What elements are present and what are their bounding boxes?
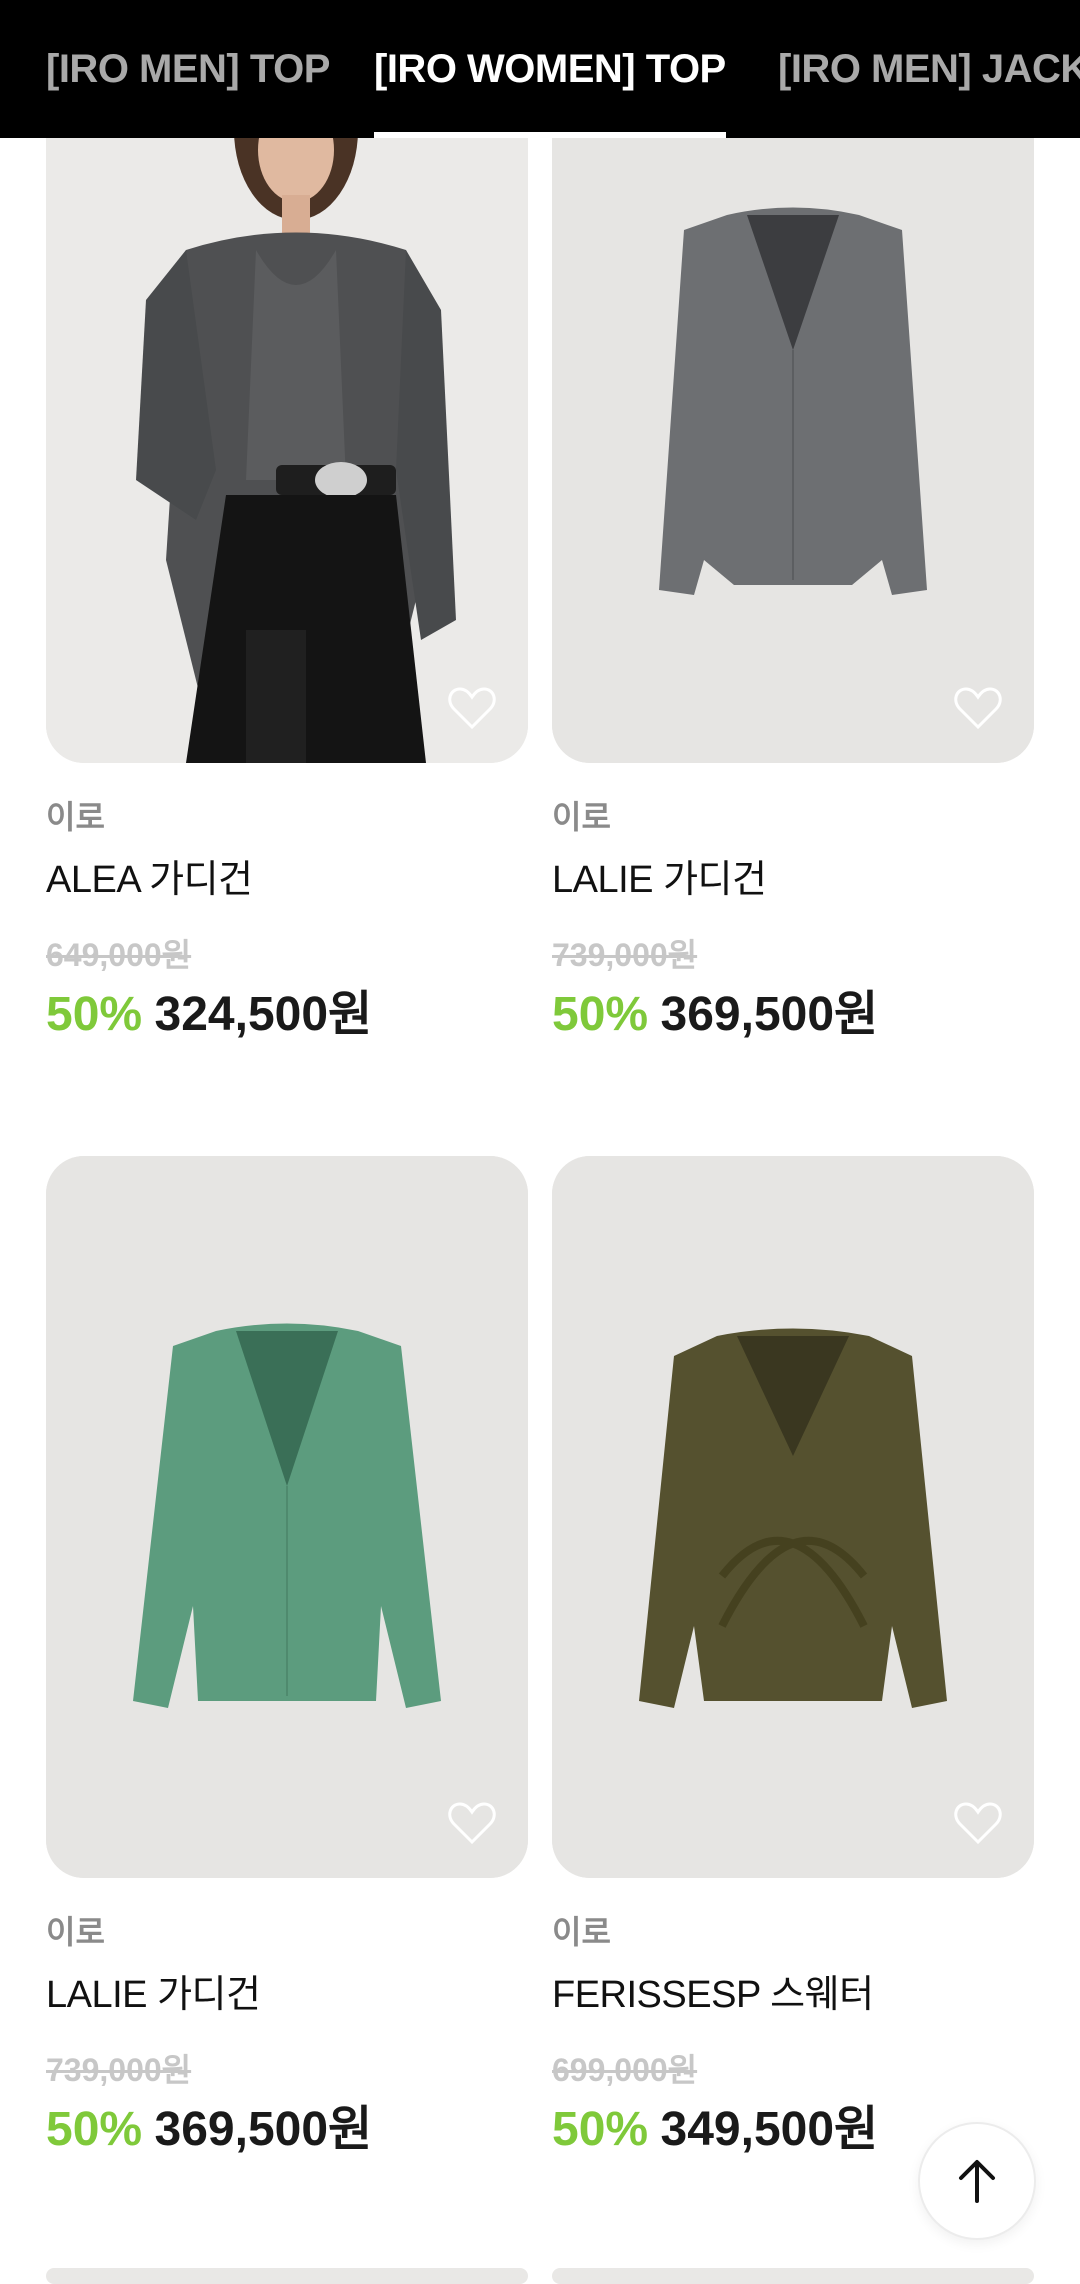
active-tab-indicator [374,132,726,138]
brand-name: 이로 [46,799,105,835]
original-price: 649,000원 [46,937,192,973]
heart-icon [448,687,496,730]
original-price: 699,000원 [552,2052,698,2088]
wishlist-button[interactable] [446,685,498,731]
olive-sweater-image [552,1156,1034,1878]
heart-icon [954,687,1002,730]
wishlist-button[interactable] [446,1800,498,1846]
wishlist-button[interactable] [952,685,1004,731]
product-card[interactable]: 이로 LALIE 가디건 739,000원 50% 369,500원 [46,1156,528,2169]
product-image[interactable] [46,1156,528,1878]
product-name[interactable]: FERISSESP 스웨터 [552,1972,1034,2018]
original-price: 739,000원 [46,2052,192,2088]
sale-price: 349,500원 [660,2103,879,2156]
price-row: 50% 369,500원 [552,987,1034,1054]
tab-iro-men-jacket[interactable]: [IRO MEN] JACKET [778,0,1080,138]
brand-name: 이로 [46,1914,105,1950]
discount-rate: 50% [46,988,143,1041]
scroll-to-top-button[interactable] [918,2122,1036,2240]
green-cardigan-image [46,1156,528,1878]
tab-label: [IRO WOMEN] TOP [374,46,726,91]
sale-price: 369,500원 [154,2103,373,2156]
product-name[interactable]: ALEA 가디건 [46,857,528,903]
tab-iro-women-top[interactable]: [IRO WOMEN] TOP [374,0,726,138]
price-row: 50% 369,500원 [46,2102,528,2169]
heart-icon [954,1802,1002,1845]
discount-rate: 50% [46,2103,143,2156]
original-price: 739,000원 [552,937,698,973]
product-card[interactable]: 이로 LALIE 가디건 739,000원 50% 369,500원 [552,0,1034,1054]
product-name[interactable]: LALIE 가디건 [46,1972,528,2018]
product-card[interactable]: 이로 FERISSESP 스웨터 699,000원 50% 349,500원 [552,1156,1034,2169]
tab-iro-men-top[interactable]: [IRO MEN] TOP [46,0,330,138]
heart-icon [448,1802,496,1845]
next-product-card-peek [46,2268,528,2284]
category-tab-bar: [IRO MEN] TOP [IRO WOMEN] TOP [IRO MEN] … [0,0,1080,138]
next-product-card-peek [552,2268,1034,2284]
discount-rate: 50% [552,988,649,1041]
arrow-up-icon [959,2160,995,2203]
sale-price: 324,500원 [154,988,373,1041]
wishlist-button[interactable] [952,1800,1004,1846]
price-row: 50% 324,500원 [46,987,528,1054]
brand-name: 이로 [552,799,611,835]
product-name[interactable]: LALIE 가디건 [552,857,1034,903]
brand-name: 이로 [552,1914,611,1950]
tab-label: [IRO MEN] TOP [46,46,330,91]
product-image[interactable] [552,1156,1034,1878]
tab-label: [IRO MEN] JACKET [778,46,1080,91]
sale-price: 369,500원 [660,988,879,1041]
discount-rate: 50% [552,2103,649,2156]
product-card[interactable]: 이로 ALEA 가디건 649,000원 50% 324,500원 [46,0,528,1054]
